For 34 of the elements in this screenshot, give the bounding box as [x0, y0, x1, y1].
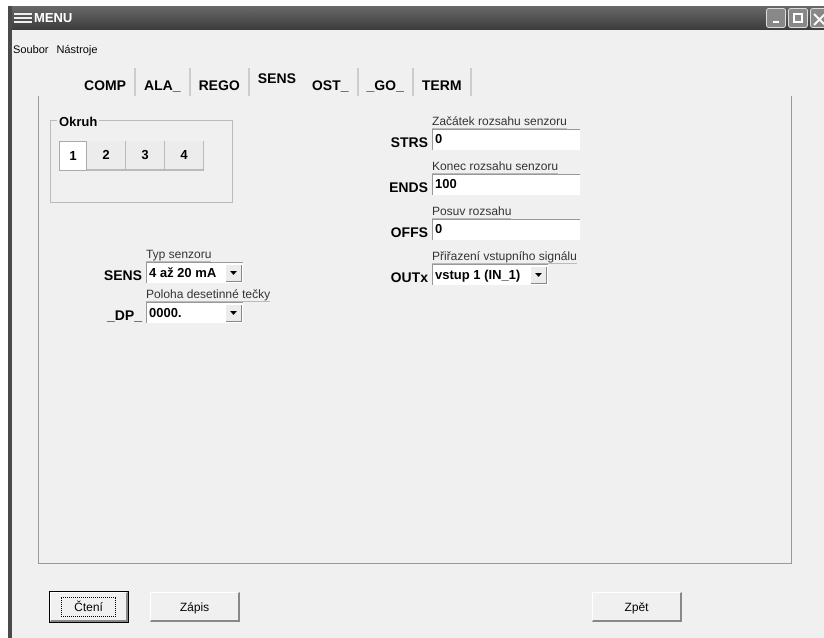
menu-icon [14, 12, 32, 24]
dropdown[interactable]: 4 až 20 mA [146, 262, 243, 283]
field-label: OUTx [390, 269, 429, 285]
circuit-button[interactable]: 1 [59, 141, 87, 171]
field-label: STRS [390, 134, 429, 150]
tab[interactable]: _GO_ [358, 68, 414, 96]
tab[interactable]: ALA_ [136, 68, 191, 96]
dropdown-arrow-icon [535, 272, 542, 276]
field-label: SENS [102, 267, 143, 283]
dropdown-arrow-icon [230, 270, 237, 274]
circuit-button[interactable]: 2 [87, 141, 126, 171]
dropdown-arrow-icon [230, 310, 237, 314]
close-button[interactable] [810, 8, 824, 28]
field-label: OFFS [390, 224, 429, 240]
maximize-button[interactable] [788, 8, 808, 28]
button[interactable]: Zpět [592, 592, 682, 622]
minimize-button[interactable] [766, 8, 786, 28]
dropdown[interactable]: 0000. [146, 302, 243, 323]
menu-item[interactable]: Soubor [13, 42, 48, 60]
dropdown[interactable]: vstup 1 (IN_1) [432, 264, 548, 285]
window-title: MENU [34, 9, 72, 28]
circuit-button[interactable]: 3 [126, 141, 165, 171]
tab[interactable]: OST_ [304, 68, 358, 96]
tab[interactable]: COMP [76, 68, 136, 96]
button[interactable]: Zápis [150, 592, 240, 622]
field-label: ENDS [388, 179, 429, 195]
circuit-button[interactable]: 4 [165, 141, 204, 171]
menu-item[interactable]: Nástroje [56, 42, 98, 60]
field-label: _DP_ [106, 307, 144, 323]
input-field[interactable]: 0 [432, 129, 580, 150]
button[interactable]: Čtení [50, 592, 128, 622]
input-field[interactable]: 0 [432, 219, 580, 240]
tab[interactable]: TERM [414, 68, 472, 96]
input-field[interactable]: 100 [432, 174, 580, 195]
